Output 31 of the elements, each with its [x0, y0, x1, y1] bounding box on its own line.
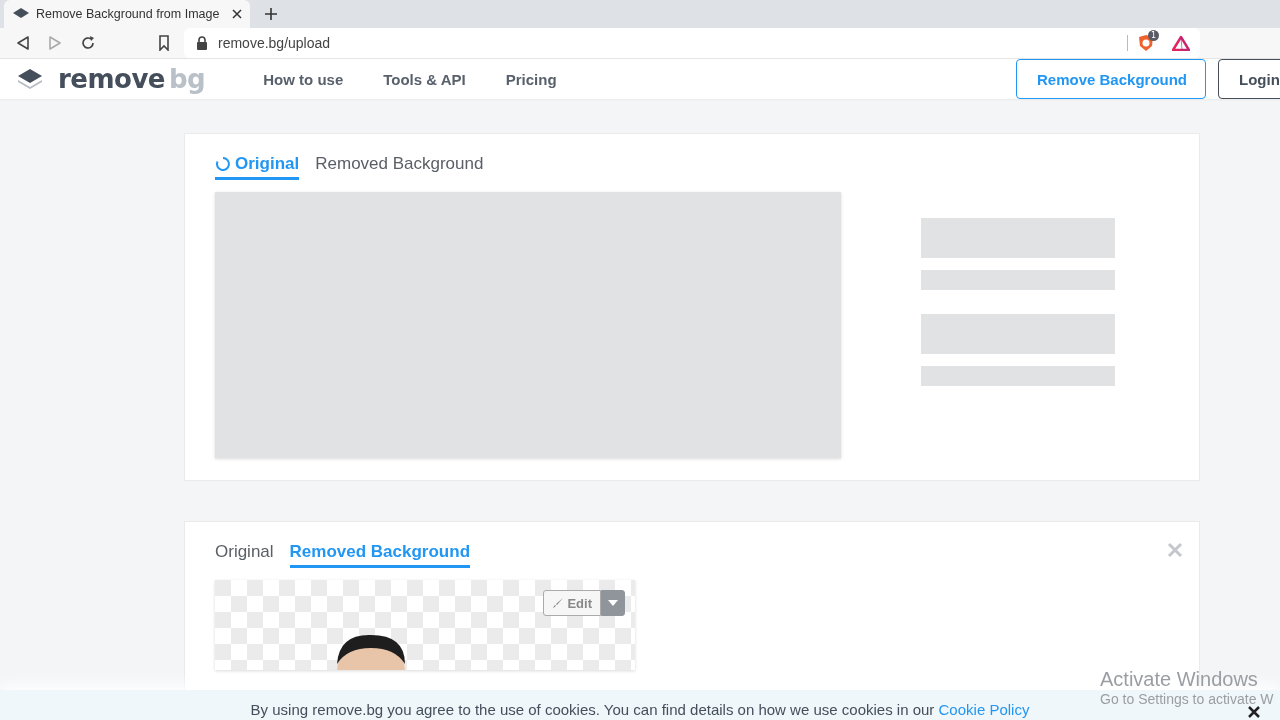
cookie-notice: By using remove.bg you agree to the use of cookies. You can find details on how we use cookies in our Cookie Policy [250, 701, 1030, 718]
bookmark-icon[interactable] [158, 35, 170, 51]
logo-wordmark: remove bg [58, 64, 206, 94]
lock-icon [196, 36, 208, 50]
count-badge: 1 [1148, 30, 1160, 41]
new-tab-icon[interactable] [264, 7, 278, 21]
logo[interactable]: remove bg [16, 64, 206, 94]
caret-icon [608, 600, 618, 606]
address-text: remove.bg/upload [218, 35, 331, 51]
close-icon[interactable] [232, 9, 242, 19]
brush-icon [552, 597, 565, 609]
back-icon[interactable] [16, 35, 30, 51]
dropdown-button[interactable] [601, 590, 625, 616]
address-bar[interactable]: remove.bg/upload 1 [184, 28, 1200, 58]
nav-link[interactable]: Pricing [505, 70, 557, 88]
activation-subtitle: Go to Settings to activate W [1100, 691, 1274, 707]
layers-icon [12, 7, 30, 21]
activation-title: Activate Windows [1100, 668, 1259, 691]
triangle-icon[interactable] [1172, 35, 1190, 51]
close-icon[interactable] [1248, 706, 1260, 718]
edit-button[interactable]: Edit [543, 590, 601, 616]
reload-icon[interactable] [80, 35, 96, 51]
nav-link[interactable]: How to use [263, 70, 344, 88]
layers-icon [16, 67, 44, 91]
browser-tab[interactable]: Remove Background from Image [4, 0, 250, 28]
view-tab[interactable]: Original [215, 542, 274, 568]
view-tab[interactable]: Removed Background [315, 154, 484, 180]
spinner-icon [215, 156, 231, 172]
tab-title: Remove Background from Image [36, 7, 221, 21]
login-button[interactable]: Login [1218, 59, 1280, 99]
nav-link[interactable]: Tools & API [383, 70, 466, 88]
